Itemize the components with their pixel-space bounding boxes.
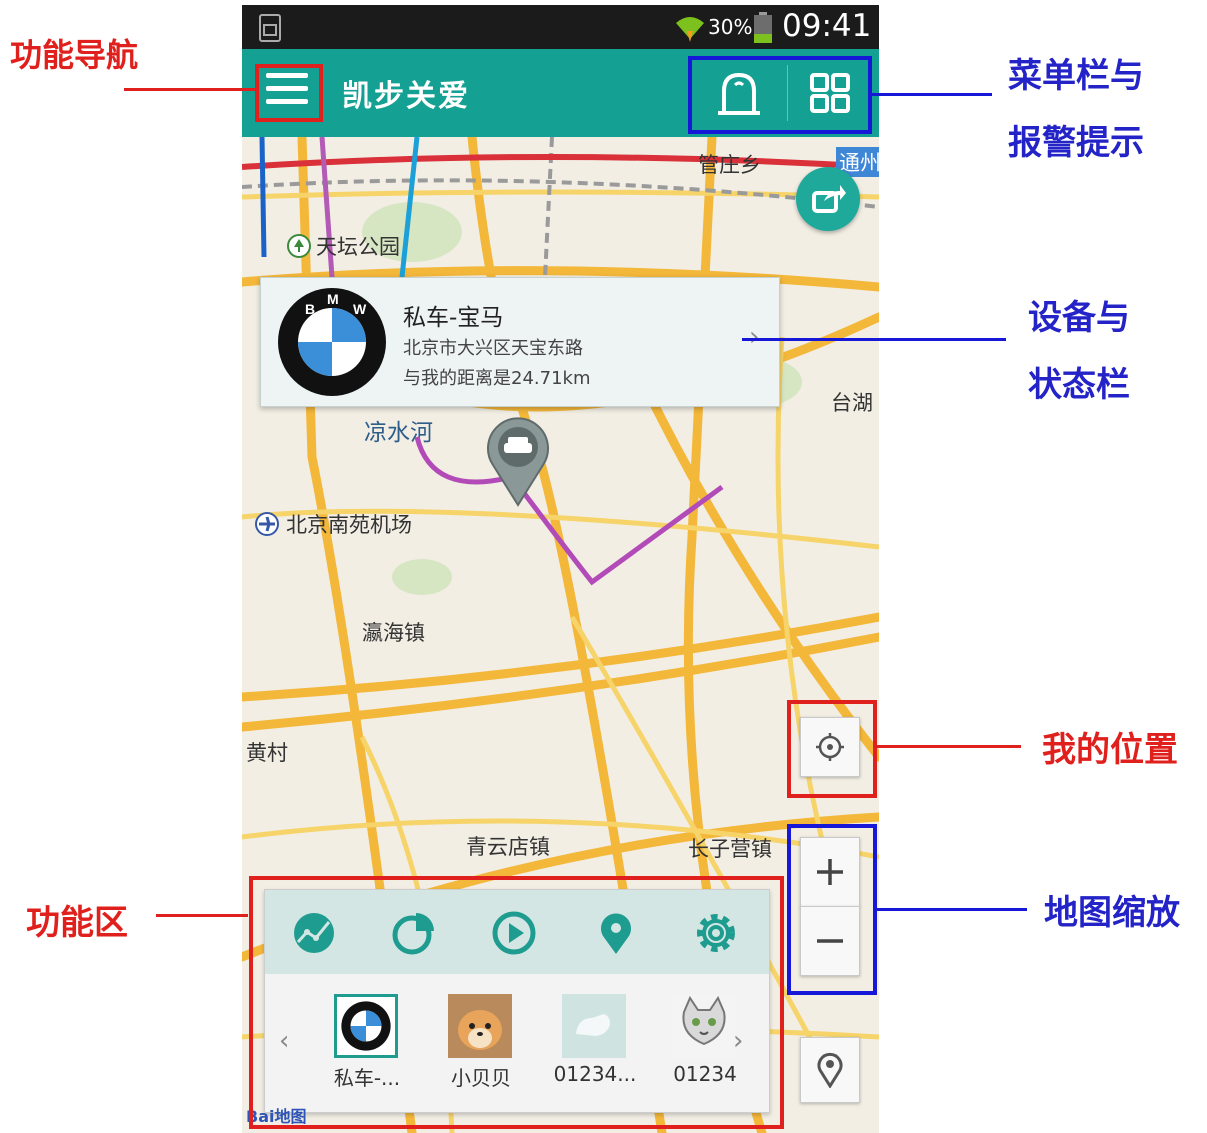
- annotation-zoom-line: [875, 908, 1027, 911]
- annotation-location-box: [787, 700, 877, 798]
- status-bar: 30% 09:41: [242, 5, 879, 49]
- annotation-menu-box: [688, 56, 872, 134]
- annotation-function-line: [156, 914, 248, 917]
- annotation-menu-line: [868, 93, 992, 96]
- annotation-location-line: [875, 745, 1021, 748]
- wifi-icon: [676, 17, 704, 42]
- airport-icon: [255, 512, 279, 536]
- svg-text:W: W: [353, 301, 367, 317]
- map-label-tiantan: 天坛公园: [316, 235, 400, 259]
- location-marker-button[interactable]: [800, 1037, 860, 1103]
- svg-text:M: M: [327, 291, 339, 307]
- annotation-nav-line: [124, 88, 256, 91]
- annotation-device-label-1: 设备与: [1028, 298, 1130, 338]
- park-icon: [287, 234, 311, 258]
- clock: 09:41: [782, 8, 872, 44]
- map-label-changziying: 长子营镇: [688, 837, 772, 861]
- map-pin-icon: [817, 1052, 843, 1088]
- share-icon: [812, 185, 846, 213]
- annotation-function-label: 功能区: [26, 903, 128, 943]
- map-label-guanzhuang: 管庄乡: [698, 153, 761, 177]
- device-name: 私车-宝马: [403, 305, 504, 331]
- annotation-zoom-box: [787, 824, 877, 995]
- annotation-zoom-label: 地图缩放: [1044, 893, 1180, 933]
- chevron-right-icon: ›: [749, 322, 760, 352]
- annotation-nav-label: 功能导航: [10, 36, 139, 74]
- device-distance: 与我的距离是24.71km: [403, 368, 591, 389]
- map-label-yinghai: 瀛海镇: [362, 621, 425, 645]
- annotation-function-box: [249, 876, 784, 1129]
- annotation-location-label: 我的位置: [1042, 730, 1178, 770]
- svg-text:B: B: [305, 301, 315, 317]
- bmw-logo: B M W: [278, 288, 386, 396]
- annotation-device-label-2: 状态栏: [1028, 365, 1130, 405]
- map-label-qingyundian: 青云店镇: [466, 835, 550, 859]
- device-info-card[interactable]: B M W 私车-宝马 北京市大兴区天宝东路 与我的距离是24.71km ›: [260, 277, 780, 407]
- map-label-taihu: 台湖: [831, 391, 873, 415]
- map-label-huangcun: 黄村: [246, 741, 288, 765]
- share-button[interactable]: [796, 167, 860, 231]
- annotation-menu-label-2: 报警提示: [1008, 123, 1144, 163]
- car-location-pin-icon[interactable]: [485, 415, 551, 507]
- map-label-liangshui: 凉水河: [364, 420, 433, 446]
- annotation-menu-label-1: 菜单栏与: [1008, 56, 1144, 96]
- annotation-nav-box: [255, 64, 323, 122]
- battery-icon: [754, 12, 772, 43]
- app-title: 凯步关爱: [342, 79, 470, 114]
- annotation-device-line: [742, 338, 1006, 341]
- battery-percent: 30%: [708, 15, 753, 39]
- sim-card-icon: [259, 14, 281, 42]
- map-label-nanyuan: 北京南苑机场: [286, 513, 412, 537]
- device-address: 北京市大兴区天宝东路: [403, 338, 583, 359]
